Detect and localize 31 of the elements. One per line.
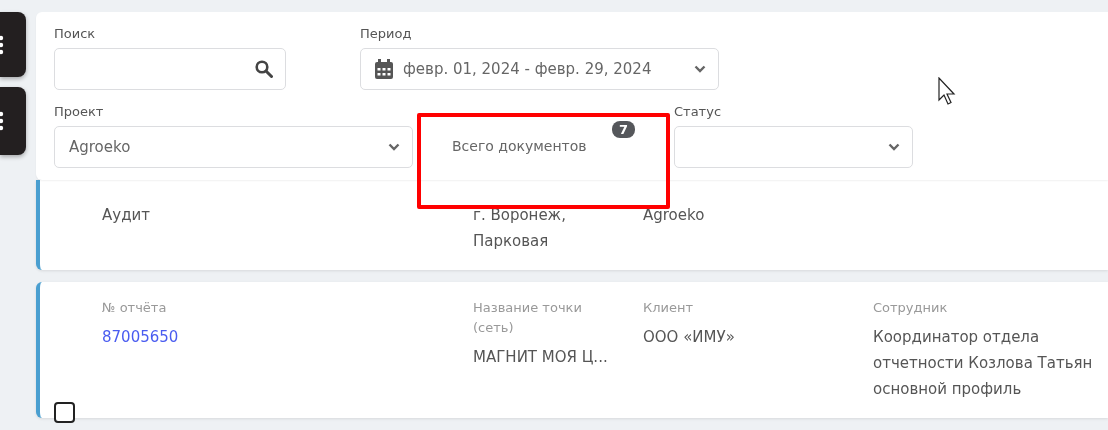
- menu-button[interactable]: [0, 87, 26, 155]
- cursor-icon: [938, 77, 958, 105]
- field-value: МАГНИТ МОЯ Ц...: [473, 347, 609, 368]
- report-link[interactable]: 87005650: [102, 324, 473, 350]
- field-label: Период: [360, 26, 413, 41]
- field-value: Координатор отдела отчетности Козлова Татьян основной профиль: [873, 327, 1094, 400]
- field-label: Клиент: [643, 299, 695, 317]
- chevron-down-icon: [888, 143, 900, 151]
- chevron-down-icon: [694, 65, 706, 73]
- total-documents-label: Всего документов: [452, 138, 587, 154]
- field-label: Статус: [674, 104, 723, 119]
- field-value: Agroeko: [643, 205, 706, 226]
- search-icon: [255, 60, 273, 78]
- field-value: Аудит: [102, 205, 151, 226]
- dots-icon: [0, 33, 6, 56]
- date-range-field[interactable]: февр. 01, 2024 - февр. 29, 2024: [360, 48, 719, 90]
- checkbox[interactable]: [54, 402, 75, 423]
- field-label: Название точки (сеть): [473, 299, 583, 337]
- field-label: № отчёта: [102, 299, 168, 317]
- field-label: Сотрудник: [873, 299, 949, 317]
- field-value: ООО «ИМУ»: [643, 327, 736, 348]
- search-field[interactable]: [54, 48, 286, 90]
- field-value: г. Воронеж, Парковая: [473, 205, 567, 252]
- count-badge: 7: [612, 121, 636, 138]
- field-label: Проект: [54, 104, 105, 119]
- calendar-icon: [375, 59, 393, 79]
- project-select[interactable]: Agroeko: [54, 126, 413, 168]
- dots-icon: [0, 110, 6, 132]
- chevron-down-icon: [388, 143, 400, 151]
- field-label: Поиск: [54, 26, 97, 41]
- menu-button[interactable]: [0, 12, 26, 77]
